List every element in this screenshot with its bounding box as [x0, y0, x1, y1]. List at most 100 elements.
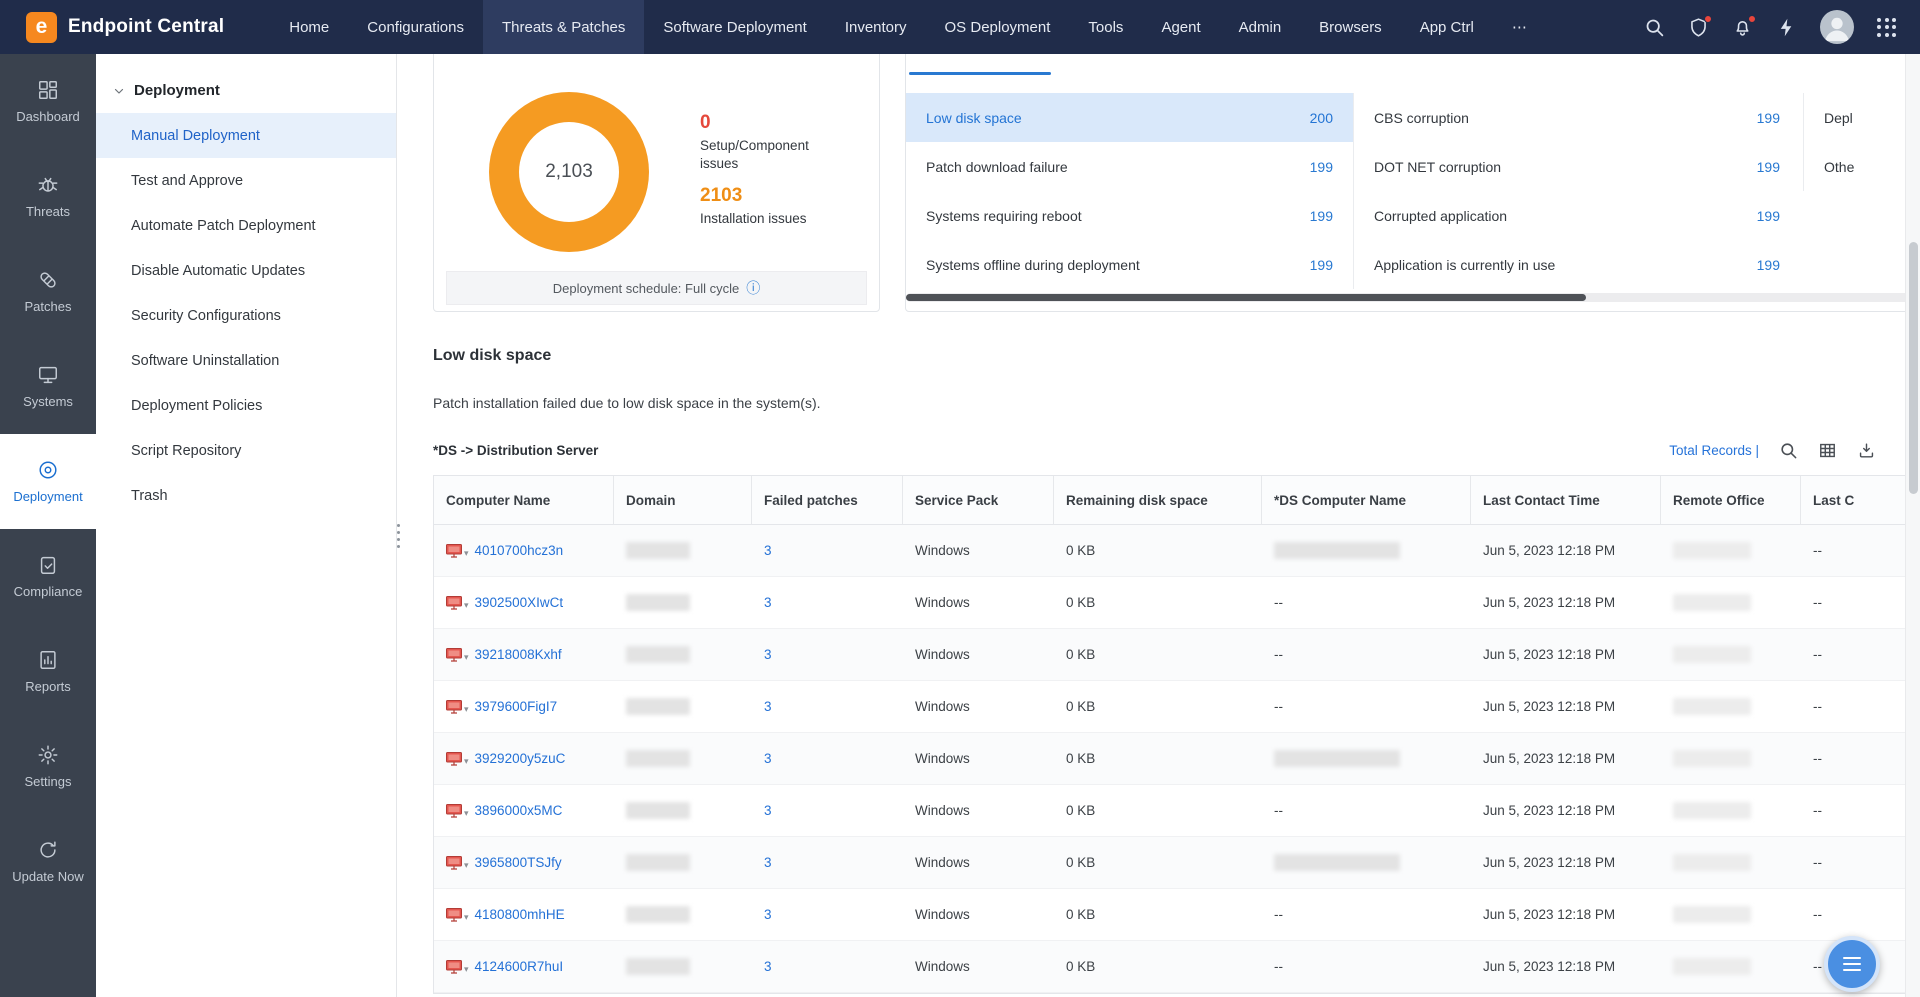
issue-count[interactable]: 199: [1310, 257, 1333, 273]
floating-menu-button[interactable]: [1824, 936, 1880, 992]
computer-link[interactable]: 4010700hcz3n: [475, 543, 564, 558]
sidebar-item-trash[interactable]: Trash: [96, 473, 396, 518]
sidebar-resize-handle[interactable]: [392, 514, 404, 558]
nav-item-tools[interactable]: Tools: [1069, 0, 1142, 54]
column-header-last-contact-time[interactable]: Last Contact Time: [1471, 476, 1661, 525]
column-header-last[interactable]: Last C: [1801, 476, 1920, 525]
nav-item-browsers[interactable]: Browsers: [1300, 0, 1401, 54]
rail-item-systems[interactable]: Systems: [0, 339, 96, 434]
computer-link[interactable]: 3965800TSJfy: [475, 855, 562, 870]
sidebar-group-header[interactable]: Deployment: [96, 54, 396, 113]
column-chooser-icon[interactable]: [1818, 441, 1837, 460]
caret-down-icon[interactable]: ▾: [464, 861, 469, 870]
rail-item-deployment[interactable]: Deployment: [0, 434, 96, 529]
caret-down-icon[interactable]: ▾: [464, 705, 469, 714]
issue-item-cbs-corruption[interactable]: CBS corruption 199: [1354, 93, 1800, 142]
caret-down-icon[interactable]: ▾: [464, 601, 469, 610]
issue-count[interactable]: 200: [1310, 110, 1333, 126]
nav-item-home[interactable]: Home: [270, 0, 348, 54]
column-header-remote-office[interactable]: Remote Office: [1661, 476, 1801, 525]
nav-item-more[interactable]: ⋯: [1493, 0, 1546, 54]
vertical-scrollbar-thumb[interactable]: [1909, 242, 1918, 494]
issue-count[interactable]: 199: [1310, 159, 1333, 175]
sidebar-item-manual-deployment[interactable]: Manual Deployment: [96, 113, 396, 158]
nav-item-software-deployment[interactable]: Software Deployment: [644, 0, 825, 54]
computer-link[interactable]: 3929200y5zuC: [475, 751, 566, 766]
bell-icon[interactable]: [1732, 17, 1753, 38]
failed-patches-link[interactable]: 3: [764, 907, 772, 922]
nav-item-agent[interactable]: Agent: [1142, 0, 1219, 54]
rail-item-update-now[interactable]: Update Now: [0, 814, 96, 909]
sidebar-item-disable-automatic-updates[interactable]: Disable Automatic Updates: [96, 248, 396, 293]
horizontal-scrollbar-thumb[interactable]: [906, 294, 1586, 301]
sidebar-item-security-configurations[interactable]: Security Configurations: [96, 293, 396, 338]
rail-item-patches[interactable]: Patches: [0, 244, 96, 339]
issues-donut-chart[interactable]: 2,103: [489, 92, 649, 252]
installation-issues-value[interactable]: 2103: [700, 185, 870, 207]
setup-issues-value[interactable]: 0: [700, 112, 870, 134]
issue-item-clipped-1[interactable]: Depl: [1804, 93, 1920, 142]
sidebar-item-software-uninstallation[interactable]: Software Uninstallation: [96, 338, 396, 383]
failed-patches-link[interactable]: 3: [764, 543, 772, 558]
table-search-icon[interactable]: [1779, 441, 1798, 460]
sidebar-item-script-repository[interactable]: Script Repository: [96, 428, 396, 473]
computer-link[interactable]: 39218008Kxhf: [475, 647, 562, 662]
rail-item-reports[interactable]: Reports: [0, 624, 96, 719]
column-header-domain[interactable]: Domain: [614, 476, 752, 525]
rail-item-compliance[interactable]: Compliance: [0, 529, 96, 624]
issue-count[interactable]: 199: [1757, 159, 1780, 175]
issue-item-corrupted-application[interactable]: Corrupted application 199: [1354, 191, 1800, 240]
computer-link[interactable]: 3979600FigI7: [475, 699, 558, 714]
computer-link[interactable]: 4124600R7huI: [475, 959, 564, 974]
user-avatar[interactable]: [1820, 10, 1854, 44]
caret-down-icon[interactable]: ▾: [464, 809, 469, 818]
nav-item-inventory[interactable]: Inventory: [826, 0, 926, 54]
issue-item-dot-net-corruption[interactable]: DOT NET corruption 199: [1354, 142, 1800, 191]
issue-count[interactable]: 199: [1757, 110, 1780, 126]
security-badge-icon[interactable]: [1688, 17, 1709, 38]
issue-item-application-in-use[interactable]: Application is currently in use 199: [1354, 240, 1800, 289]
search-icon[interactable]: [1644, 17, 1665, 38]
computer-link[interactable]: 3902500XIwCt: [475, 595, 564, 610]
issue-count[interactable]: 199: [1310, 208, 1333, 224]
nav-item-admin[interactable]: Admin: [1220, 0, 1301, 54]
sidebar-item-deployment-policies[interactable]: Deployment Policies: [96, 383, 396, 428]
failed-patches-link[interactable]: 3: [764, 595, 772, 610]
issue-item-clipped-2[interactable]: Othe: [1804, 142, 1920, 191]
export-download-icon[interactable]: [1857, 441, 1876, 460]
total-records-link[interactable]: Total Records |: [1669, 443, 1759, 458]
nav-item-os-deployment[interactable]: OS Deployment: [926, 0, 1070, 54]
failed-patches-link[interactable]: 3: [764, 647, 772, 662]
lightning-icon[interactable]: [1776, 17, 1797, 38]
nav-item-threats-patches[interactable]: Threats & Patches: [483, 0, 644, 54]
caret-down-icon[interactable]: ▾: [464, 653, 469, 662]
rail-item-threats[interactable]: Threats: [0, 149, 96, 244]
issue-item-systems-requiring-reboot[interactable]: Systems requiring reboot 199: [906, 191, 1353, 240]
nav-item-configurations[interactable]: Configurations: [348, 0, 483, 54]
issue-count[interactable]: 199: [1757, 257, 1780, 273]
nav-item-app-ctrl[interactable]: App Ctrl: [1401, 0, 1493, 54]
failed-patches-link[interactable]: 3: [764, 959, 772, 974]
computer-link[interactable]: 4180800mhHE: [475, 907, 565, 922]
failed-patches-link[interactable]: 3: [764, 803, 772, 818]
caret-down-icon[interactable]: ▾: [464, 913, 469, 922]
issue-item-systems-offline-during-deployment[interactable]: Systems offline during deployment 199: [906, 240, 1353, 289]
issue-item-patch-download-failure[interactable]: Patch download failure 199: [906, 142, 1353, 191]
failed-patches-link[interactable]: 3: [764, 751, 772, 766]
column-header-service-pack[interactable]: Service Pack: [903, 476, 1054, 525]
info-icon[interactable]: ⓘ: [746, 281, 760, 295]
rail-item-dashboard[interactable]: Dashboard: [0, 54, 96, 149]
computer-link[interactable]: 3896000x5MC: [475, 803, 563, 818]
column-header-computer-name[interactable]: Computer Name: [434, 476, 614, 525]
caret-down-icon[interactable]: ▾: [464, 549, 469, 558]
sidebar-item-test-and-approve[interactable]: Test and Approve: [96, 158, 396, 203]
issue-item-low-disk-space[interactable]: Low disk space 200: [906, 93, 1353, 142]
failed-patches-link[interactable]: 3: [764, 855, 772, 870]
apps-grid-icon[interactable]: [1877, 18, 1896, 37]
issue-count[interactable]: 199: [1757, 208, 1780, 224]
rail-item-settings[interactable]: Settings: [0, 719, 96, 814]
column-header-remaining-disk-space[interactable]: Remaining disk space: [1054, 476, 1262, 525]
brand[interactable]: e Endpoint Central: [0, 12, 252, 43]
column-header-ds-computer-name[interactable]: *DS Computer Name: [1262, 476, 1471, 525]
failed-patches-link[interactable]: 3: [764, 699, 772, 714]
